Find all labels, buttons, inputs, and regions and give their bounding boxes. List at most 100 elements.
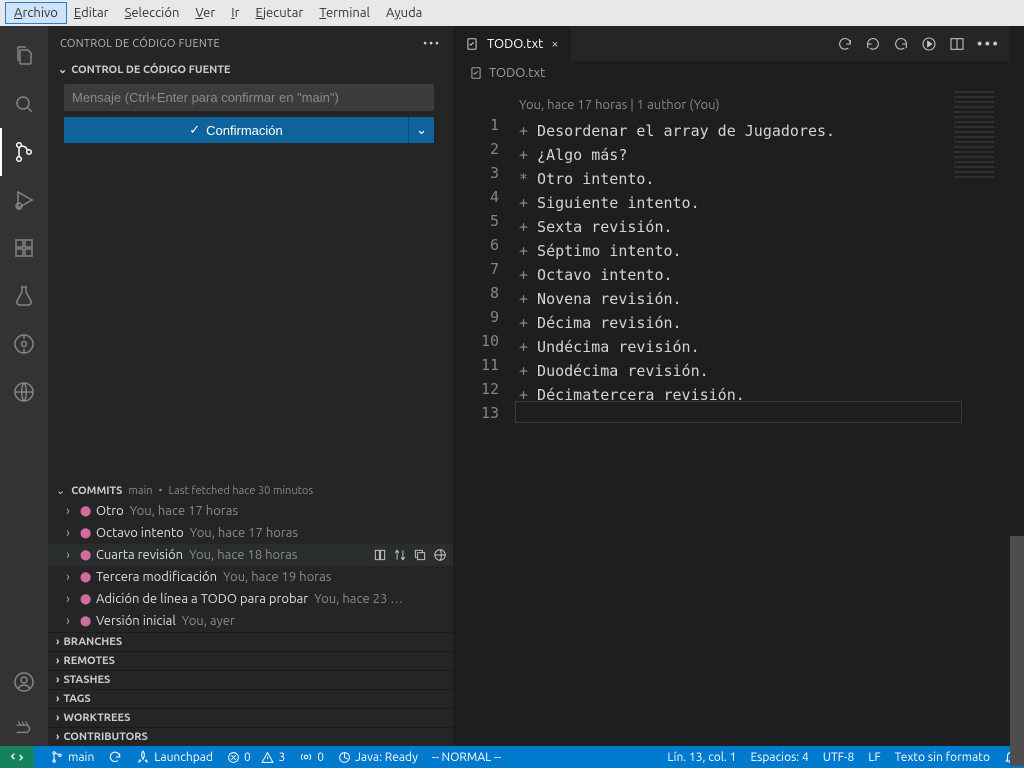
testing-icon[interactable]: [0, 272, 48, 320]
section-label: REMOTES: [63, 655, 114, 667]
code-line[interactable]: * Otro intento.: [515, 167, 1010, 191]
run-debug-icon[interactable]: [0, 176, 48, 224]
commit-row[interactable]: ›⬤Adición de línea a TODO para probar Yo…: [48, 588, 453, 610]
commit-row[interactable]: ›⬤Otro You, hace 17 horas: [48, 500, 453, 522]
tab-todo[interactable]: TODO.txt ×: [453, 26, 572, 61]
activity-bar: [0, 26, 48, 746]
status-problems[interactable]: 0 3: [227, 751, 285, 764]
code-line[interactable]: + Duodécima revisión.: [515, 359, 1010, 383]
status-spaces[interactable]: Espacios: 4: [750, 751, 808, 764]
check-icon: ✓: [189, 122, 200, 138]
run-icon[interactable]: [921, 36, 937, 52]
code-line[interactable]: + Novena revisión.: [515, 287, 1010, 311]
open-changes-icon[interactable]: [373, 548, 387, 562]
section-remotes[interactable]: ›REMOTES: [48, 651, 453, 670]
accounts-icon[interactable]: [0, 658, 48, 706]
revert-icon[interactable]: [837, 36, 853, 52]
remote-indicator[interactable]: [0, 746, 34, 768]
workbench: CONTROL DE CÓDIGO FUENTE ••• ⌄ CONTROL D…: [0, 26, 1024, 746]
menu-ejecutar[interactable]: Ejecutar: [248, 3, 312, 23]
commit-dropdown[interactable]: ⌄: [408, 117, 434, 143]
more-icon[interactable]: •••: [423, 38, 441, 50]
code-line[interactable]: + Sexta revisión.: [515, 215, 1010, 239]
chevron-right-icon: ›: [62, 592, 74, 606]
sidebar-title-row: CONTROL DE CÓDIGO FUENTE •••: [48, 26, 453, 61]
section-worktrees[interactable]: ›WORKTREES: [48, 708, 453, 727]
remote-explorer-icon[interactable]: [0, 368, 48, 416]
close-icon[interactable]: ×: [551, 37, 558, 51]
commits-branch: main: [128, 485, 152, 497]
commits-header[interactable]: ⌄ COMMITS main • Last fetched hace 30 mi…: [48, 481, 453, 500]
commit-meta: You, hace 17 horas: [190, 526, 298, 540]
section-label: WORKTREES: [63, 712, 130, 724]
next-change-icon[interactable]: [893, 36, 909, 52]
breadcrumb[interactable]: TODO.txt: [453, 61, 1010, 85]
more-icon[interactable]: •••: [977, 35, 1000, 53]
status-language[interactable]: Texto sin formato: [895, 751, 990, 764]
extensions-icon[interactable]: [0, 224, 48, 272]
scrollbar-thumb[interactable]: [1010, 536, 1024, 766]
section-tags[interactable]: ›TAGS: [48, 689, 453, 708]
menu-terminal[interactable]: Terminal: [311, 3, 378, 23]
menubar: ArchivoEditarSelecciónVerIrEjecutarTermi…: [0, 0, 1024, 26]
code-line[interactable]: + Desordenar el array de Jugadores.: [515, 119, 1010, 143]
commit-message-input[interactable]: [64, 84, 434, 111]
chevron-right-icon: ›: [62, 504, 74, 518]
status-launchpad[interactable]: Launchpad: [136, 750, 213, 764]
minimap[interactable]: [954, 91, 994, 181]
status-eol[interactable]: LF: [868, 751, 880, 764]
menu-archivo[interactable]: Archivo: [6, 3, 66, 23]
globe-icon[interactable]: [433, 548, 447, 562]
menu-selección[interactable]: Selección: [117, 3, 188, 23]
commit-row[interactable]: ›⬤Cuarta revisión You, hace 18 horas: [48, 544, 453, 566]
compare-icon[interactable]: [393, 548, 407, 562]
commit-row[interactable]: ›⬤Tercera modificación You, hace 19 hora…: [48, 566, 453, 588]
tab-label: TODO.txt: [487, 37, 543, 51]
commit-row[interactable]: ›⬤Versión inicial You, ayer: [48, 610, 453, 632]
menu-ir[interactable]: Ir: [223, 3, 247, 23]
status-bar: main Launchpad 0 3 0 Java: Ready -- NORM…: [0, 746, 1024, 768]
commit-row[interactable]: ›⬤Octavo intento You, hace 17 horas: [48, 522, 453, 544]
source-control-icon[interactable]: [0, 128, 48, 176]
scm-provider-header[interactable]: ⌄ CONTROL DE CÓDIGO FUENTE: [54, 61, 447, 78]
editor-body[interactable]: 12345678910111213 You, hace 17 horas | 1…: [453, 85, 1010, 746]
copy-icon[interactable]: [413, 548, 427, 562]
split-editor-icon[interactable]: [949, 36, 965, 52]
editor-area: TODO.txt × ••• TODO.txt 1234567891011121…: [453, 26, 1010, 746]
code-line[interactable]: + Undécima revisión.: [515, 335, 1010, 359]
section-branches[interactable]: ›BRANCHES: [48, 632, 453, 651]
status-position[interactable]: Lín. 13, col. 1: [667, 751, 736, 764]
code-line[interactable]: + Octavo intento.: [515, 263, 1010, 287]
prev-change-icon[interactable]: [865, 36, 881, 52]
commits-fetched: Last fetched hace 30 minutos: [169, 485, 314, 497]
commit-button[interactable]: ✓ Confirmación: [64, 117, 408, 143]
status-sync[interactable]: [108, 750, 122, 764]
code-line[interactable]: + ¿Algo más?: [515, 143, 1010, 167]
search-icon[interactable]: [0, 80, 48, 128]
chevron-right-icon: ›: [56, 674, 59, 686]
menu-ver[interactable]: Ver: [187, 3, 223, 23]
gitlens-icon[interactable]: [0, 320, 48, 368]
status-ports[interactable]: 0: [299, 750, 324, 764]
menu-ayuda[interactable]: Ayuda: [378, 3, 430, 23]
explorer-icon[interactable]: [0, 32, 48, 80]
code-lens[interactable]: You, hace 17 horas | 1 author (You): [515, 93, 1010, 117]
editor-scrollbar[interactable]: [1010, 26, 1024, 746]
menu-editar[interactable]: Editar: [66, 3, 117, 23]
chevron-right-icon: ›: [62, 570, 74, 584]
section-label: TAGS: [63, 693, 90, 705]
section-stashes[interactable]: ›STASHES: [48, 670, 453, 689]
status-java[interactable]: Java: Ready: [338, 751, 418, 764]
status-encoding[interactable]: UTF-8: [823, 751, 854, 764]
code-line[interactable]: + Séptimo intento.: [515, 239, 1010, 263]
chevron-down-icon: ⌄: [416, 122, 427, 138]
code-line[interactable]: + Décima revisión.: [515, 311, 1010, 335]
commit-dot-icon: ⬤: [80, 527, 90, 539]
status-errors: 0: [244, 751, 251, 764]
section-contributors[interactable]: ›CONTRIBUTORS: [48, 727, 453, 746]
status-branch[interactable]: main: [50, 750, 94, 764]
code-line[interactable]: + Siguiente intento.: [515, 191, 1010, 215]
line-number: 13: [453, 401, 499, 425]
commit-dot-icon: ⬤: [80, 549, 90, 561]
settings-icon[interactable]: [0, 706, 48, 746]
